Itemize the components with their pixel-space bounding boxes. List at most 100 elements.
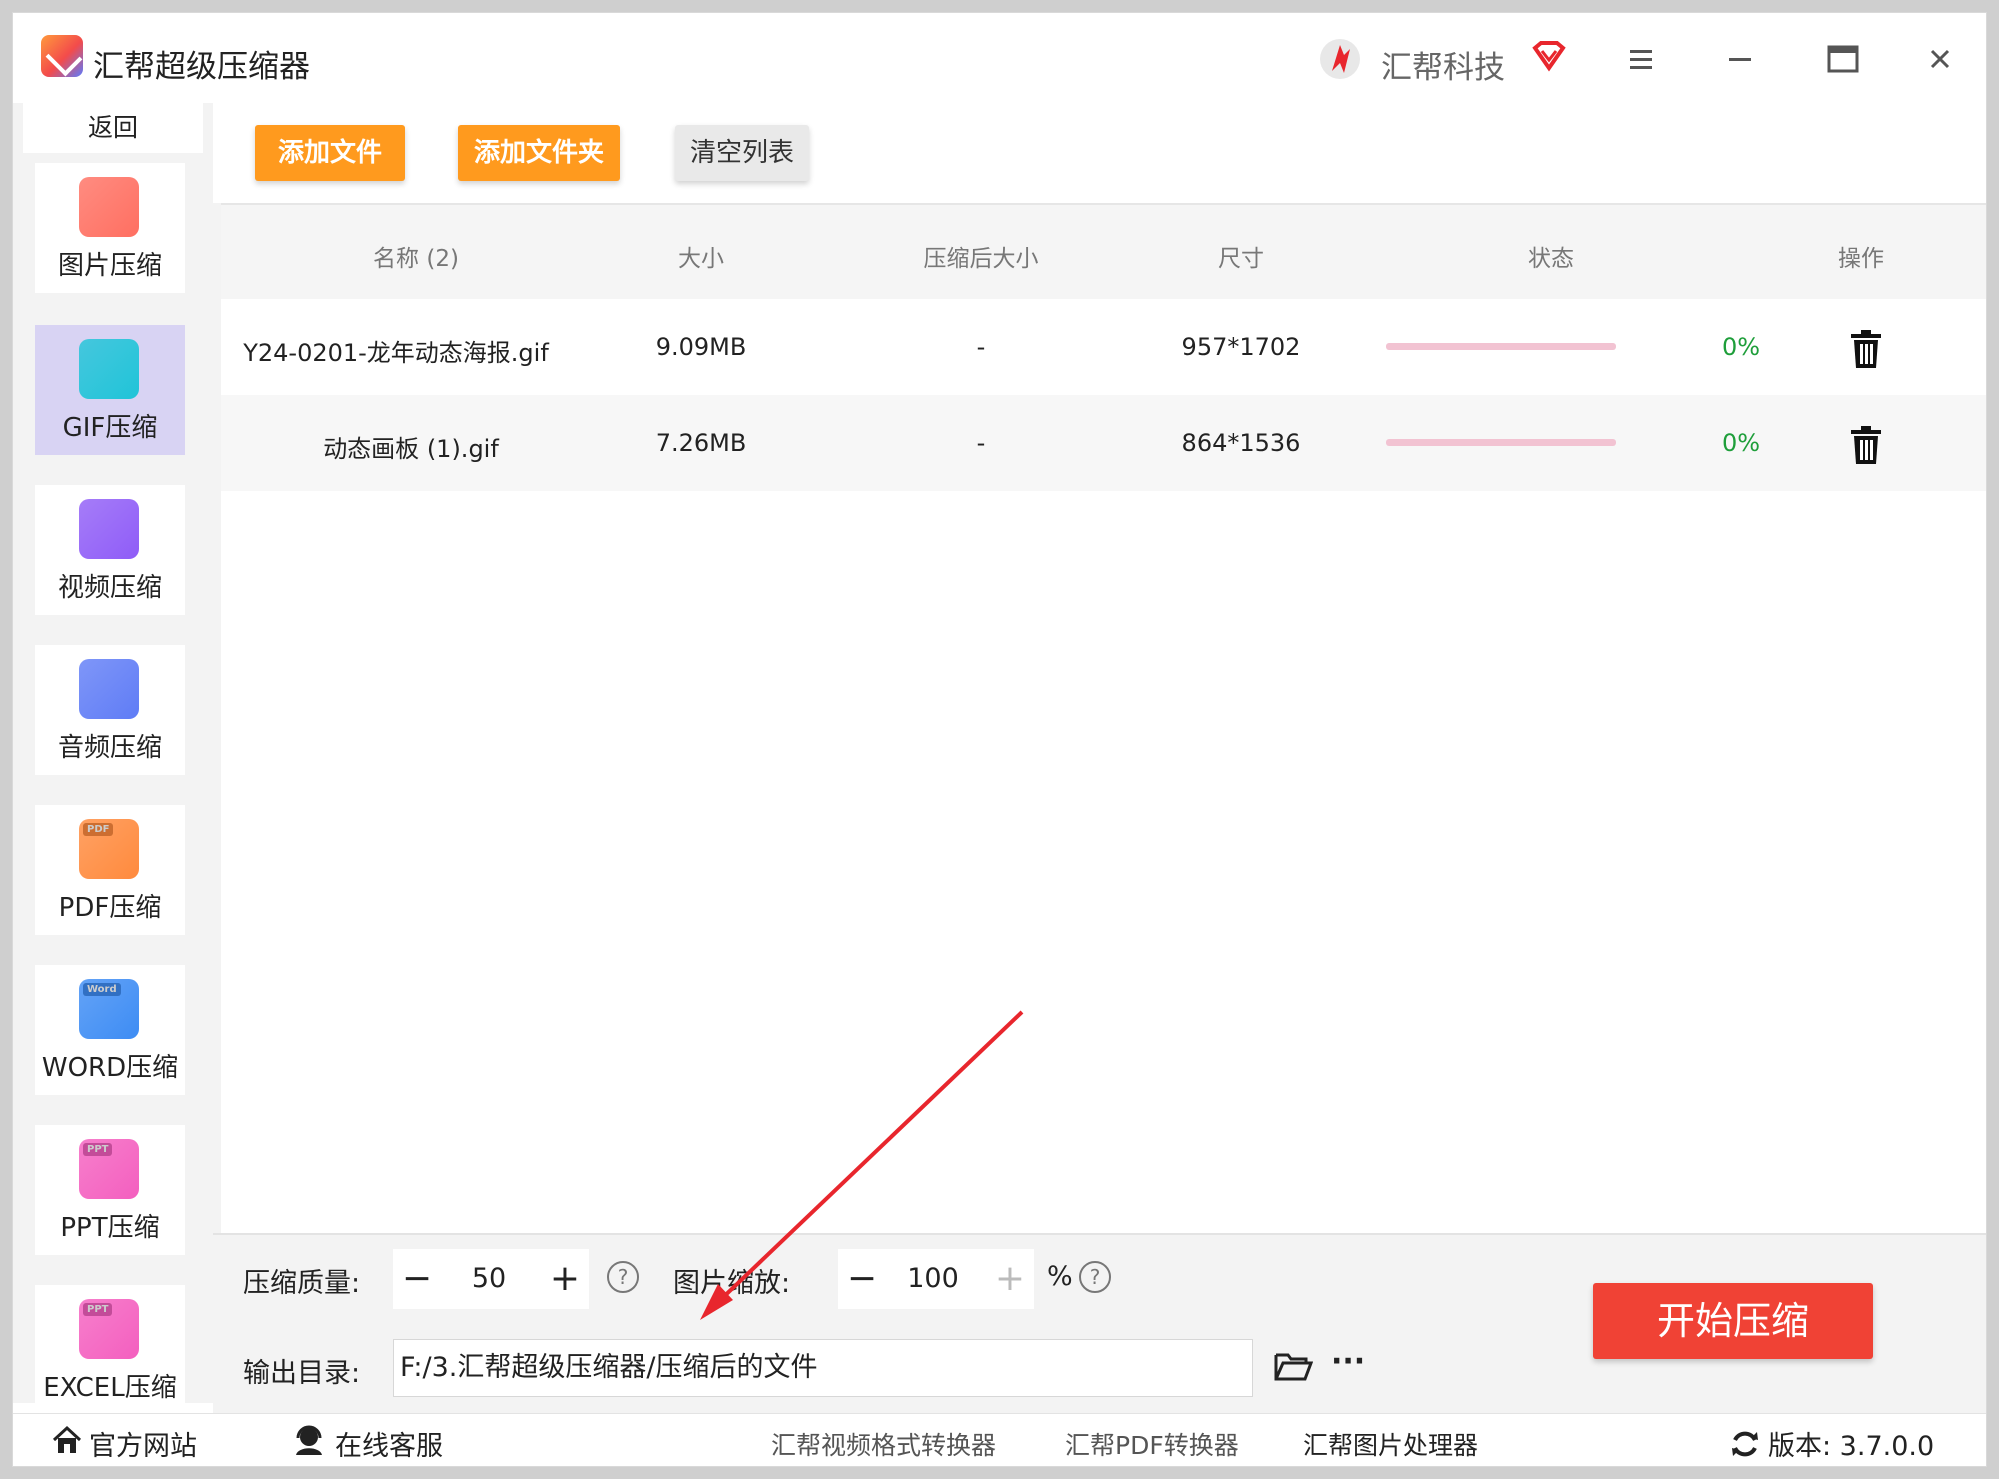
progress-bar — [1386, 343, 1616, 350]
title-bar: 汇帮超级压缩器 汇帮科技 — [13, 13, 1986, 103]
scale-decrease-button[interactable]: − — [842, 1259, 882, 1299]
image-processor-link[interactable]: 汇帮图片处理器 — [1303, 1426, 1478, 1462]
sidebar-item-label: 图片压缩 — [57, 251, 162, 281]
file-table: 名称 (2) 大小 压缩后大小 尺寸 状态 操作 Y24-0201-龙年动态海报… — [213, 203, 1986, 1233]
svg-text:?: ? — [1090, 1265, 1101, 1289]
home-icon[interactable] — [51, 1424, 83, 1456]
app-logo-icon — [41, 35, 83, 77]
footer: 官方网站 在线客服 汇帮视频格式转换器 汇帮PDF转换器 汇帮图片处理器 版本:… — [13, 1413, 1986, 1466]
header-size: 大小 — [678, 246, 724, 272]
header-dimensions: 尺寸 — [1218, 246, 1264, 272]
sidebar-item-label: WORD压缩 — [41, 1053, 179, 1083]
quality-help-icon[interactable]: ? — [605, 1259, 641, 1295]
sidebar-item-excel-folder[interactable]: PPT EXCEL压缩 — [35, 1285, 185, 1415]
maximize-icon[interactable] — [1821, 39, 1865, 79]
app-window: 汇帮超级压缩器 汇帮科技 返回 图片压缩 GIF压缩视频压缩音频压缩 PDF PDF压… — [12, 12, 1987, 1467]
scale-label: 图片缩放: — [673, 1268, 791, 1299]
header-action: 操作 — [1838, 246, 1884, 272]
version-label: 版本: 3.7.0.0 — [1768, 1431, 1935, 1462]
pdf-converter-link[interactable]: 汇帮PDF转换器 — [1065, 1426, 1239, 1462]
quality-decrease-button[interactable]: − — [397, 1259, 437, 1299]
table-row[interactable]: Y24-0201-龙年动态海报.gif 9.09MB - 957*1702 0% — [221, 299, 1986, 395]
file-type-tag: Word — [83, 983, 121, 996]
quality-increase-button[interactable]: + — [545, 1259, 585, 1299]
compressed-size: - — [976, 333, 986, 361]
word-folder-icon: Word — [79, 979, 139, 1039]
open-folder-icon[interactable] — [1273, 1349, 1313, 1383]
minimize-icon[interactable] — [1718, 39, 1762, 79]
sidebar-item-label: 音频压缩 — [57, 733, 162, 763]
scale-value-input[interactable]: 100 — [888, 1263, 978, 1294]
header-status: 状态 — [1528, 246, 1574, 272]
trash-icon[interactable] — [1849, 329, 1883, 369]
close-icon[interactable] — [1918, 39, 1962, 79]
gif-icon — [79, 339, 139, 399]
scale-unit: % — [1047, 1261, 1073, 1292]
vip-diamond-icon[interactable] — [1531, 40, 1567, 72]
table-row[interactable]: 动态画板 (1).gif 7.26MB - 864*1536 0% — [221, 395, 1986, 491]
svg-text:?: ? — [618, 1265, 629, 1289]
file-name: 动态画板 (1).gif — [323, 435, 499, 463]
progress-bar — [1386, 439, 1616, 446]
file-size: 9.09MB — [655, 333, 747, 361]
file-type-tag: PPT — [83, 1143, 113, 1156]
progress-percent: 0% — [1721, 429, 1761, 457]
start-compress-button[interactable]: 开始压缩 — [1593, 1283, 1873, 1359]
trash-icon[interactable] — [1849, 425, 1883, 465]
sidebar-item-gif[interactable]: GIF压缩 — [35, 325, 185, 455]
header-compressed-size: 压缩后大小 — [923, 246, 1039, 272]
table-header: 名称 (2) 大小 压缩后大小 尺寸 状态 操作 — [221, 203, 1986, 299]
audio-icon — [79, 659, 139, 719]
toolbar: 添加文件 添加文件夹 清空列表 — [213, 103, 1986, 203]
app-title: 汇帮超级压缩器 — [93, 49, 310, 85]
sidebar-item-ppt-folder[interactable]: PPT PPT压缩 — [35, 1125, 185, 1255]
sidebar-item-pdf-folder[interactable]: PDF PDF压缩 — [35, 805, 185, 935]
support-agent-icon[interactable] — [293, 1424, 325, 1456]
file-size: 7.26MB — [655, 429, 747, 457]
add-file-button[interactable]: 添加文件 — [255, 125, 405, 181]
sidebar-item-image[interactable]: 图片压缩 — [35, 163, 185, 293]
quality-label: 压缩质量: — [243, 1268, 361, 1299]
add-folder-button[interactable]: 添加文件夹 — [458, 125, 620, 181]
brand-name: 汇帮科技 — [1381, 50, 1505, 86]
quality-stepper: − 50 + — [393, 1249, 589, 1309]
more-options-icon[interactable]: ··· — [1331, 1347, 1371, 1383]
sidebar-item-audio[interactable]: 音频压缩 — [35, 645, 185, 775]
sidebar-item-label: PPT压缩 — [60, 1213, 160, 1243]
online-support-link[interactable]: 在线客服 — [335, 1424, 443, 1463]
scale-stepper: − 100 + — [838, 1249, 1034, 1309]
quality-value-input[interactable]: 50 — [449, 1263, 529, 1294]
image-icon — [79, 177, 139, 237]
output-dir-label: 输出目录: — [243, 1358, 361, 1389]
sidebar-item-video-play[interactable]: 视频压缩 — [35, 485, 185, 615]
sidebar-item-word-folder[interactable]: Word WORD压缩 — [35, 965, 185, 1095]
compressed-size: - — [976, 429, 986, 457]
sidebar-item-label: 视频压缩 — [57, 573, 162, 603]
pdf-folder-icon: PDF — [79, 819, 139, 879]
file-type-tag: PDF — [83, 823, 114, 836]
sidebar-item-label: EXCEL压缩 — [43, 1373, 177, 1403]
header-name: 名称 (2) — [373, 246, 459, 272]
file-type-tag: PPT — [83, 1303, 113, 1316]
dimensions: 864*1536 — [1181, 429, 1301, 457]
back-button[interactable]: 返回 — [23, 103, 203, 153]
sidebar: 返回 图片压缩 GIF压缩视频压缩音频压缩 PDF PDF压缩 Word WORD压缩 PP… — [13, 103, 213, 1415]
video-play-icon — [79, 499, 139, 559]
scale-help-icon[interactable]: ? — [1077, 1259, 1113, 1295]
brand-logo-icon — [1320, 39, 1360, 79]
file-name: Y24-0201-龙年动态海报.gif — [243, 339, 549, 367]
clear-list-button[interactable]: 清空列表 — [675, 125, 809, 181]
output-dir-input[interactable]: F:/3.汇帮超级压缩器/压缩后的文件 — [393, 1339, 1253, 1397]
scale-increase-button[interactable]: + — [990, 1259, 1030, 1299]
progress-percent: 0% — [1721, 333, 1761, 361]
dimensions: 957*1702 — [1181, 333, 1301, 361]
sidebar-item-label: PDF压缩 — [58, 893, 162, 923]
excel-folder-icon: PPT — [79, 1299, 139, 1359]
ppt-folder-icon: PPT — [79, 1139, 139, 1199]
settings-panel: 压缩质量: − 50 + ? 图片缩放: − 100 + % ? 输出目录: F… — [213, 1233, 1986, 1413]
official-website-link[interactable]: 官方网站 — [89, 1424, 197, 1463]
menu-icon[interactable] — [1618, 39, 1662, 79]
refresh-update-icon[interactable] — [1729, 1428, 1761, 1460]
sidebar-item-label: GIF压缩 — [62, 413, 158, 443]
video-converter-link[interactable]: 汇帮视频格式转换器 — [771, 1426, 996, 1462]
